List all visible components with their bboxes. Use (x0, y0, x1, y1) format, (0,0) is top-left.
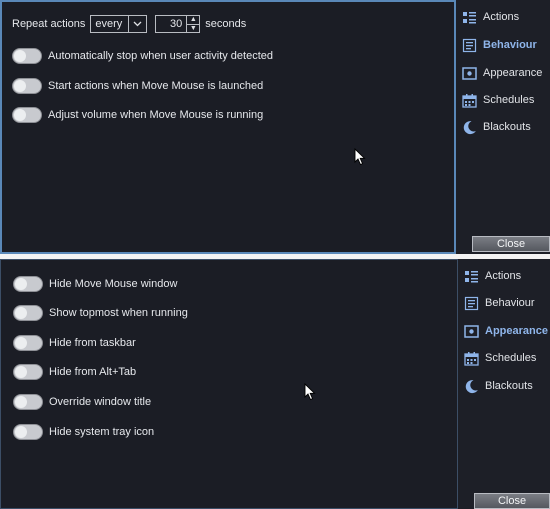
appearance-window: Hide Move Mouse window Show topmost when… (0, 259, 550, 509)
toggle-switch[interactable] (12, 48, 42, 64)
moon-icon (463, 120, 476, 134)
mouse-pointer-icon (304, 383, 316, 401)
sidebar-item-label: Behaviour (485, 297, 535, 309)
sidebar-item-label: Actions (483, 11, 520, 23)
repeat-actions-label: Repeat actions (12, 18, 86, 30)
appearance-icon (462, 66, 477, 80)
toggle-label: Show topmost when running (49, 307, 188, 319)
actions-list-icon (463, 11, 476, 23)
sidebar-item-label: Schedules (485, 352, 537, 364)
sidebar-item-label: Blackouts (485, 380, 533, 392)
calendar-icon (464, 351, 479, 366)
toggle-label: Override window title (49, 396, 152, 408)
stepper-up-icon[interactable]: ▲ (187, 16, 200, 25)
sidebar-item-appearance[interactable]: Appearance (462, 62, 542, 84)
toggle-label: Hide Move Mouse window (49, 278, 178, 290)
sidebar-item-label: Appearance (483, 67, 543, 79)
sidebar-item-label: Behaviour (483, 39, 537, 51)
repeat-mode-value: every (95, 18, 123, 30)
toggle-row[interactable]: Adjust volume when Move Mouse is running (12, 107, 263, 123)
toggle-label: Automatically stop when user activity de… (48, 50, 274, 62)
sidebar-item-behaviour[interactable]: Behaviour (464, 292, 535, 314)
chevron-down-icon (128, 16, 142, 32)
sidebar-item-appearance[interactable]: Appearance (464, 320, 548, 342)
toggle-switch[interactable] (13, 364, 43, 380)
close-button[interactable]: Close (472, 236, 550, 252)
toggle-label: Start actions when Move Mouse is launche… (48, 80, 264, 92)
toggle-row[interactable]: Hide system tray icon (13, 424, 154, 440)
repeat-actions-row: Repeat actions every 30 ▲ ▼ seconds (12, 15, 246, 33)
sidebar-item-actions[interactable]: Actions (464, 265, 521, 287)
moon-icon (465, 379, 478, 393)
close-button[interactable]: Close (474, 493, 550, 509)
repeat-interval-stepper[interactable]: 30 ▲ ▼ (155, 15, 201, 33)
appearance-icon (464, 324, 479, 338)
sidebar-item-blackouts[interactable]: Blackouts (464, 375, 533, 397)
toggle-switch[interactable] (12, 107, 42, 123)
behaviour-icon (464, 296, 479, 310)
sidebar-item-blackouts[interactable]: Blackouts (462, 116, 531, 138)
sidebar-nav: Actions Behaviour Appearance Schedules B… (456, 0, 550, 254)
toggle-row[interactable]: Hide from taskbar (13, 335, 136, 351)
sidebar-item-label: Blackouts (483, 121, 531, 133)
sidebar-item-label: Schedules (483, 94, 535, 106)
toggle-switch[interactable] (13, 335, 43, 351)
appearance-panel: Hide Move Mouse window Show topmost when… (0, 259, 458, 509)
sidebar-item-schedules[interactable]: Schedules (462, 89, 534, 111)
sidebar-item-label: Actions (485, 270, 522, 282)
behaviour-panel: Repeat actions every 30 ▲ ▼ seconds Auto… (0, 0, 456, 254)
repeat-unit-label: seconds (205, 18, 247, 30)
toggle-label: Adjust volume when Move Mouse is running (48, 109, 264, 121)
toggle-row[interactable]: Override window title (13, 394, 151, 410)
calendar-icon (462, 93, 477, 108)
sidebar-nav: Actions Behaviour Appearance Schedules B… (458, 259, 550, 509)
actions-list-icon (465, 270, 478, 282)
toggle-row[interactable]: Show topmost when running (13, 305, 188, 321)
sidebar-item-actions[interactable]: Actions (462, 6, 519, 28)
sidebar-item-behaviour[interactable]: Behaviour (462, 34, 537, 56)
stepper-down-icon[interactable]: ▼ (187, 25, 199, 33)
toggle-label: Hide system tray icon (49, 426, 155, 438)
toggle-switch[interactable] (12, 78, 42, 94)
toggle-label: Hide from taskbar (49, 337, 136, 349)
mouse-pointer-icon (354, 148, 366, 166)
toggle-switch[interactable] (13, 305, 43, 321)
toggle-switch[interactable] (13, 394, 43, 410)
toggle-row[interactable]: Hide Move Mouse window (13, 276, 177, 292)
behaviour-icon (462, 38, 477, 52)
toggle-row[interactable]: Start actions when Move Mouse is launche… (12, 78, 263, 94)
repeat-mode-dropdown[interactable]: every (90, 15, 148, 33)
sidebar-item-label: Appearance (485, 325, 548, 337)
sidebar-item-schedules[interactable]: Schedules (464, 347, 536, 369)
toggle-row[interactable]: Hide from Alt+Tab (13, 364, 136, 380)
toggle-label: Hide from Alt+Tab (49, 366, 137, 378)
repeat-interval-value[interactable]: 30 (160, 18, 182, 30)
toggle-row[interactable]: Automatically stop when user activity de… (12, 48, 273, 64)
toggle-switch[interactable] (13, 276, 43, 292)
behaviour-window: Repeat actions every 30 ▲ ▼ seconds Auto… (0, 0, 550, 254)
toggle-switch[interactable] (13, 424, 43, 440)
